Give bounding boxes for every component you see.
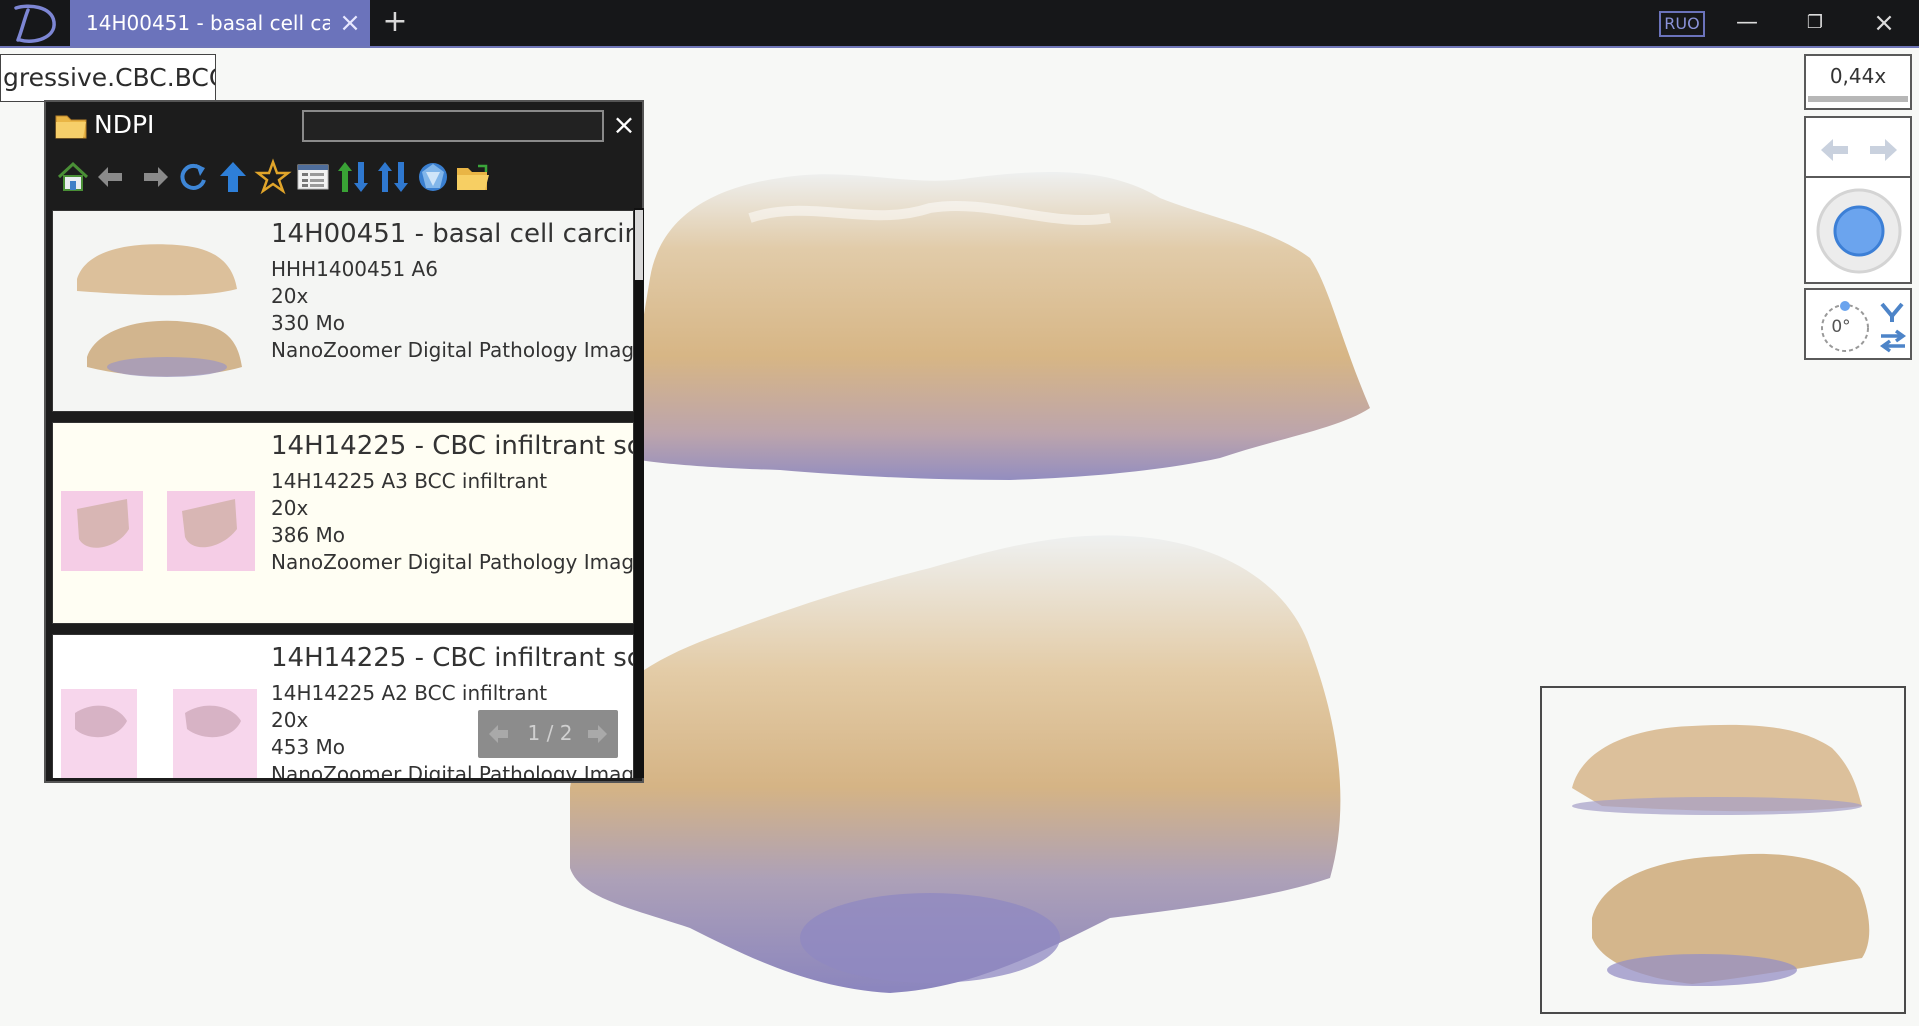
network-icon[interactable] bbox=[414, 158, 452, 196]
next-page-icon[interactable] bbox=[580, 720, 610, 748]
pager: 1 / 2 bbox=[478, 710, 618, 758]
list-item[interactable]: 14H00451 - basal cell carcinom HHH140045… bbox=[52, 210, 634, 412]
item-magnification: 20x bbox=[271, 284, 309, 308]
browser-toolbar bbox=[50, 154, 640, 202]
zoom-level: 0,44x bbox=[1829, 64, 1887, 88]
forward-icon[interactable] bbox=[1862, 128, 1902, 172]
item-case-id: 14H14225 A3 BCC infiltrant bbox=[271, 469, 548, 493]
title-bar: 14H00451 - basal cell carc × + RUO — ❐ × bbox=[0, 0, 1919, 46]
open-folder-icon[interactable] bbox=[454, 158, 492, 196]
scrollbar-thumb[interactable] bbox=[635, 210, 643, 280]
tab-close-icon[interactable]: × bbox=[335, 6, 365, 40]
item-title: 14H14225 - CBC infiltrant scler bbox=[271, 431, 633, 461]
pan-joystick[interactable] bbox=[1804, 176, 1912, 284]
file-browser-panel[interactable]: NDPI × 14H00451 - basal cell carcinom HH… bbox=[44, 100, 644, 783]
zoom-slider[interactable] bbox=[1808, 96, 1908, 102]
item-case-id: HHH1400451 A6 bbox=[271, 257, 438, 281]
item-format: NanoZoomer Digital Pathology Image bbox=[271, 338, 634, 362]
back-icon[interactable] bbox=[1816, 128, 1856, 172]
item-magnification: 20x bbox=[271, 708, 309, 732]
back-icon[interactable] bbox=[94, 158, 132, 196]
close-icon[interactable]: × bbox=[608, 110, 640, 142]
item-size: 453 Mo bbox=[271, 735, 346, 759]
slide-list[interactable]: 14H00451 - basal cell carcinom HHH140045… bbox=[50, 208, 634, 778]
item-case-id: 14H14225 A2 BCC infiltrant bbox=[271, 681, 548, 705]
item-size: 386 Mo bbox=[271, 523, 346, 547]
item-size: 330 Mo bbox=[271, 311, 346, 335]
tab-active-slide[interactable]: 14H00451 - basal cell carc × bbox=[70, 0, 370, 46]
rotation-control[interactable]: 0° bbox=[1804, 288, 1912, 360]
item-format: NanoZoomer Digital Pathology Image bbox=[271, 550, 634, 574]
item-title: 14H14225 - CBC infiltrant scler bbox=[271, 643, 633, 673]
list-item[interactable]: 14H14225 - CBC infiltrant scler 14H14225… bbox=[52, 422, 634, 624]
close-window-icon[interactable]: × bbox=[1862, 6, 1906, 40]
item-format: NanoZoomer Digital Pathology Image bbox=[271, 762, 634, 778]
list-scrollbar[interactable] bbox=[634, 208, 644, 778]
zoom-control[interactable]: 0,44x bbox=[1804, 54, 1912, 110]
home-icon[interactable] bbox=[54, 158, 92, 196]
slide-image[interactable] bbox=[550, 108, 1450, 1008]
joystick-icon[interactable] bbox=[1814, 186, 1904, 276]
flip-icon[interactable] bbox=[1878, 300, 1908, 326]
slide-thumbnail bbox=[61, 689, 257, 778]
overview-map[interactable] bbox=[1540, 686, 1906, 1014]
swap-icon[interactable] bbox=[1878, 328, 1908, 354]
item-title: 14H00451 - basal cell carcinom bbox=[271, 219, 633, 249]
ruo-badge: RUO bbox=[1659, 11, 1705, 37]
refresh-icon[interactable] bbox=[174, 158, 212, 196]
forward-icon[interactable] bbox=[134, 158, 172, 196]
history-navigation bbox=[1804, 116, 1912, 184]
details-view-icon[interactable] bbox=[294, 158, 332, 196]
rotation-value: 0° bbox=[1831, 317, 1851, 337]
sort-ascending-icon[interactable] bbox=[334, 158, 372, 196]
sort-descending-icon[interactable] bbox=[374, 158, 412, 196]
new-tab-icon[interactable]: + bbox=[380, 6, 410, 40]
slide-thumbnail bbox=[77, 244, 242, 377]
search-input[interactable] bbox=[302, 110, 604, 142]
item-magnification: 20x bbox=[271, 496, 309, 520]
previous-page-icon[interactable] bbox=[486, 720, 516, 748]
favorite-star-icon[interactable] bbox=[254, 158, 292, 196]
overview-thumbnail bbox=[1572, 724, 1870, 986]
tab-title: 14H00451 - basal cell carc bbox=[86, 11, 330, 35]
up-icon[interactable] bbox=[214, 158, 252, 196]
folder-icon bbox=[55, 115, 87, 139]
minimize-icon[interactable]: — bbox=[1725, 6, 1769, 40]
slide-thumbnail bbox=[61, 491, 255, 571]
app-logo-icon[interactable] bbox=[10, 2, 60, 44]
browser-title: NDPI bbox=[94, 110, 155, 139]
page-indicator: 1 / 2 bbox=[527, 721, 573, 745]
slide-file-label[interactable]: gressive.CBC.BCC bbox=[0, 54, 216, 102]
restore-icon[interactable]: ❐ bbox=[1793, 6, 1837, 40]
